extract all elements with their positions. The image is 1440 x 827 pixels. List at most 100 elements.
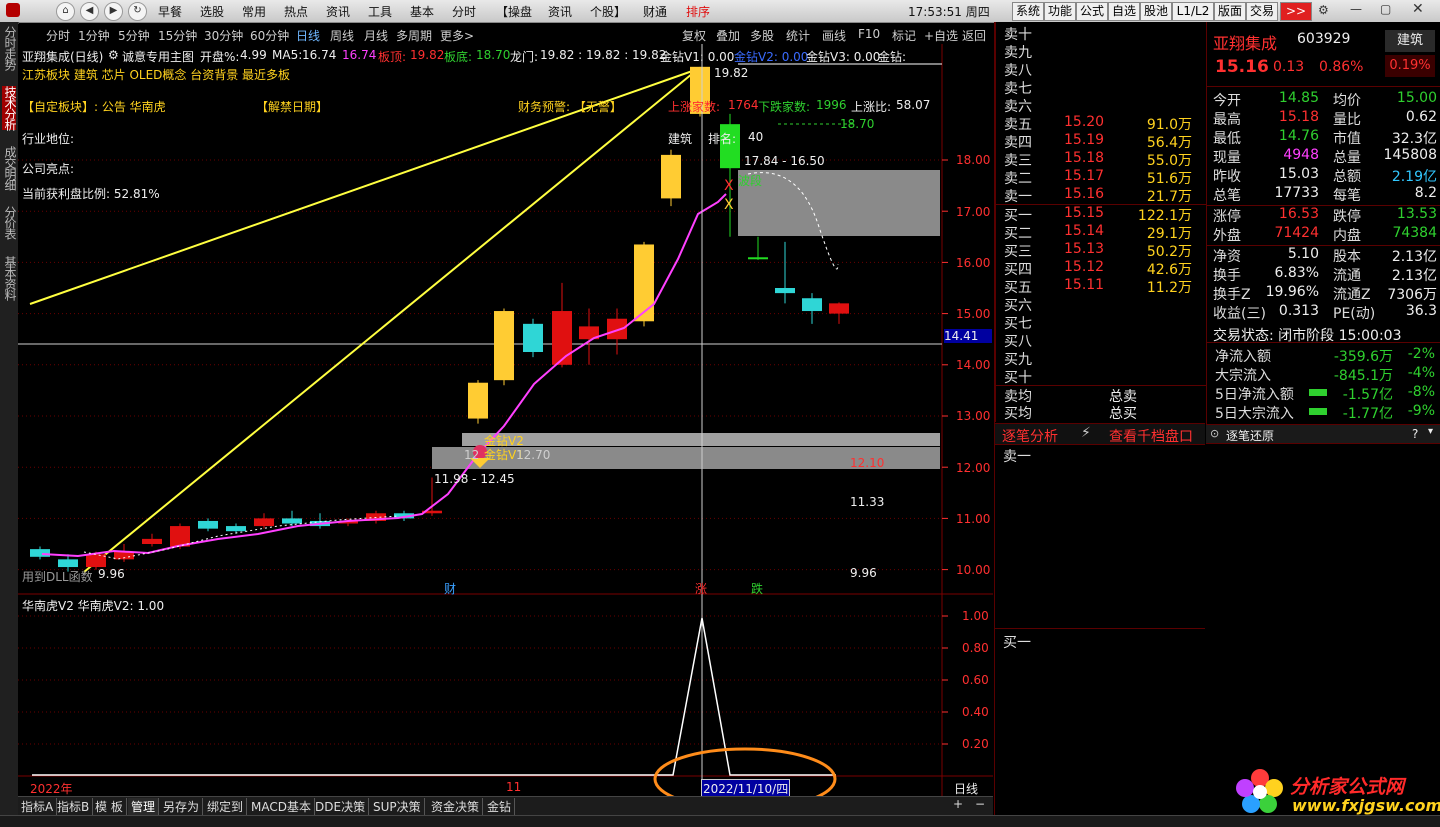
price-change: 0.13 <box>1273 59 1305 75</box>
forward-icon[interactable]: ▶ <box>104 2 123 21</box>
home-icon[interactable]: ⌂ <box>56 2 75 21</box>
remove-tab-icon[interactable]: − <box>975 797 985 811</box>
toolbar-item[interactable]: 统计 <box>786 27 810 44</box>
add-tab-icon[interactable]: + <box>953 797 963 811</box>
tab-trade-detail[interactable]: 成交明细 <box>2 146 17 190</box>
buy-row[interactable]: 买三 15.13 50.2万 <box>1004 241 1200 260</box>
sell-row[interactable]: 卖三 15.18 55.0万 <box>1004 150 1200 169</box>
menu-item[interactable]: 资讯 <box>326 3 350 20</box>
bottom-tab[interactable]: MACD基本 <box>248 798 315 815</box>
bottom-tab[interactable]: 指标A <box>18 798 58 815</box>
formula-button[interactable]: 公式 <box>1076 2 1108 21</box>
buy-row[interactable]: 买一 15.15 122.1万 <box>1004 205 1200 224</box>
bottom-tab[interactable]: 指标B <box>54 798 94 815</box>
tab-price-table[interactable]: 分价表 <box>2 206 17 239</box>
refresh-icon[interactable]: ↻ <box>128 2 147 21</box>
period-tab[interactable]: 30分钟 <box>204 27 243 44</box>
tab-technical[interactable]: 技术分析 <box>2 86 17 130</box>
period-tab[interactable]: 15分钟 <box>158 27 197 44</box>
buy-row[interactable]: 买五 15.11 11.2万 <box>1004 277 1200 296</box>
more-button[interactable]: >> <box>1280 2 1312 21</box>
candle-body <box>748 257 768 260</box>
menu-item[interactable]: 选股 <box>200 3 224 20</box>
stat-value: 8.2 <box>1414 185 1437 201</box>
period-tab-more[interactable]: 更多> <box>440 27 474 44</box>
menu-item[interactable]: 个股】 <box>590 3 626 20</box>
period-tab[interactable]: 分时 <box>46 27 70 44</box>
bottom-tab[interactable]: 金钻 <box>484 798 516 815</box>
tab-intraday[interactable]: 分时走势 <box>2 26 17 70</box>
avg-row: 卖均 总卖 <box>1004 386 1200 405</box>
bottom-tab[interactable]: DDE决策 <box>312 798 370 815</box>
menu-item[interactable]: 基本 <box>410 3 434 20</box>
bottom-tab[interactable]: SUP决策 <box>370 798 425 815</box>
kline-chart[interactable]: XX <box>18 44 993 796</box>
period-tab[interactable]: 1分钟 <box>78 27 110 44</box>
menu-item[interactable]: 【操盘 <box>496 3 532 20</box>
sub-indicator-header: 华南虎V2 华南虎V2: 1.00 <box>22 599 165 613</box>
toolbar-item[interactable]: 多股 <box>750 27 774 44</box>
sector-button[interactable]: 建筑 <box>1385 30 1435 52</box>
layout-button[interactable]: 版面 <box>1214 2 1246 21</box>
function-button[interactable]: 功能 <box>1044 2 1076 21</box>
menu-item[interactable]: 工具 <box>368 3 392 20</box>
tab-fundamentals[interactable]: 基本资料 <box>2 256 17 300</box>
stock-pool-button[interactable]: 股池 <box>1140 2 1172 21</box>
period-tab[interactable]: 60分钟 <box>250 27 289 44</box>
trade-button[interactable]: 交易 <box>1246 2 1278 21</box>
bottom-tab-active[interactable]: 管理 <box>128 798 160 815</box>
toolbar-item[interactable]: F10 <box>858 27 880 41</box>
bottom-tab[interactable]: 另存为 <box>160 798 204 815</box>
settings-icon[interactable]: ⚙ <box>1318 3 1329 17</box>
settings-icon[interactable]: ▾ <box>1428 426 1433 437</box>
bottom-tab[interactable]: 绑定到 <box>204 798 248 815</box>
sell-row[interactable]: 卖四 15.19 56.4万 <box>1004 132 1200 151</box>
menu-item[interactable]: 热点 <box>284 3 308 20</box>
sell-row[interactable]: 卖一 15.16 21.7万 <box>1004 186 1200 205</box>
period-tab-active[interactable]: 日线 <box>296 27 320 44</box>
bottom-tab[interactable]: 资金决策 <box>428 798 484 815</box>
close-icon[interactable]: ✕ <box>1412 1 1424 17</box>
candle-body <box>142 538 162 544</box>
tick-analysis-header: 逐笔分析 ⚡ 查看千档盘口 <box>995 423 1205 445</box>
menu-item-sort[interactable]: 排序 <box>686 3 710 20</box>
toolbar-item[interactable]: 标记 <box>892 27 916 44</box>
stat-value: 32.3亿 <box>1391 131 1437 147</box>
collapse-icon[interactable]: ⊙ <box>1210 427 1219 440</box>
period-tab[interactable]: 5分钟 <box>118 27 150 44</box>
indicator-name[interactable]: 诚意专用主图 <box>122 48 194 65</box>
l1l2-button[interactable]: L1/L2 <box>1172 2 1214 21</box>
tick-analysis-tab[interactable]: 逐笔分析 <box>1002 426 1058 446</box>
menu-item[interactable]: 早餐 <box>158 3 182 20</box>
toolbar-item[interactable]: 画线 <box>822 27 846 44</box>
menu-item[interactable]: 资讯 <box>548 3 572 20</box>
ma5-value: 16.74 <box>302 48 337 62</box>
minimize-icon[interactable]: — <box>1350 2 1362 16</box>
view-depth-tab[interactable]: 查看千档盘口 <box>1109 426 1193 446</box>
system-button[interactable]: 系统 <box>1012 2 1044 21</box>
jz2-value: 金钻V2: 0.00 <box>734 50 809 64</box>
period-tab[interactable]: 月线 <box>364 27 388 44</box>
toolbar-item[interactable]: 复权 <box>682 27 706 44</box>
menu-item[interactable]: 财通 <box>643 3 667 20</box>
finance-warning: 财务预警: 【无警】 <box>518 100 622 114</box>
buy-row[interactable]: 买二 15.14 29.1万 <box>1004 223 1200 242</box>
menu-item[interactable]: 分时 <box>452 3 476 20</box>
menu-item[interactable]: 常用 <box>242 3 266 20</box>
help-icon[interactable]: ? <box>1412 427 1418 441</box>
toolbar-item[interactable]: 返回 <box>962 27 986 44</box>
bottom-tab[interactable]: 模 板 <box>92 798 127 815</box>
period-tab[interactable]: 周线 <box>330 27 354 44</box>
logo-text: 分析家公式网 <box>1290 776 1405 798</box>
back-icon[interactable]: ◀ <box>80 2 99 21</box>
chart-gear-icon[interactable]: ⚙ <box>108 48 119 62</box>
buy-row[interactable]: 买四 15.12 42.6万 <box>1004 259 1200 278</box>
sell-row[interactable]: 卖五 15.20 91.0万 <box>1004 114 1200 133</box>
clock: 17:53:51 周四 <box>908 5 990 19</box>
maximize-icon[interactable]: ▢ <box>1380 2 1391 16</box>
period-tab[interactable]: 多周期 <box>396 27 432 44</box>
sell-row[interactable]: 卖二 15.17 51.6万 <box>1004 168 1200 187</box>
toolbar-item[interactable]: +自选 <box>924 27 958 44</box>
watchlist-button[interactable]: 自选 <box>1108 2 1140 21</box>
toolbar-item[interactable]: 叠加 <box>716 27 740 44</box>
